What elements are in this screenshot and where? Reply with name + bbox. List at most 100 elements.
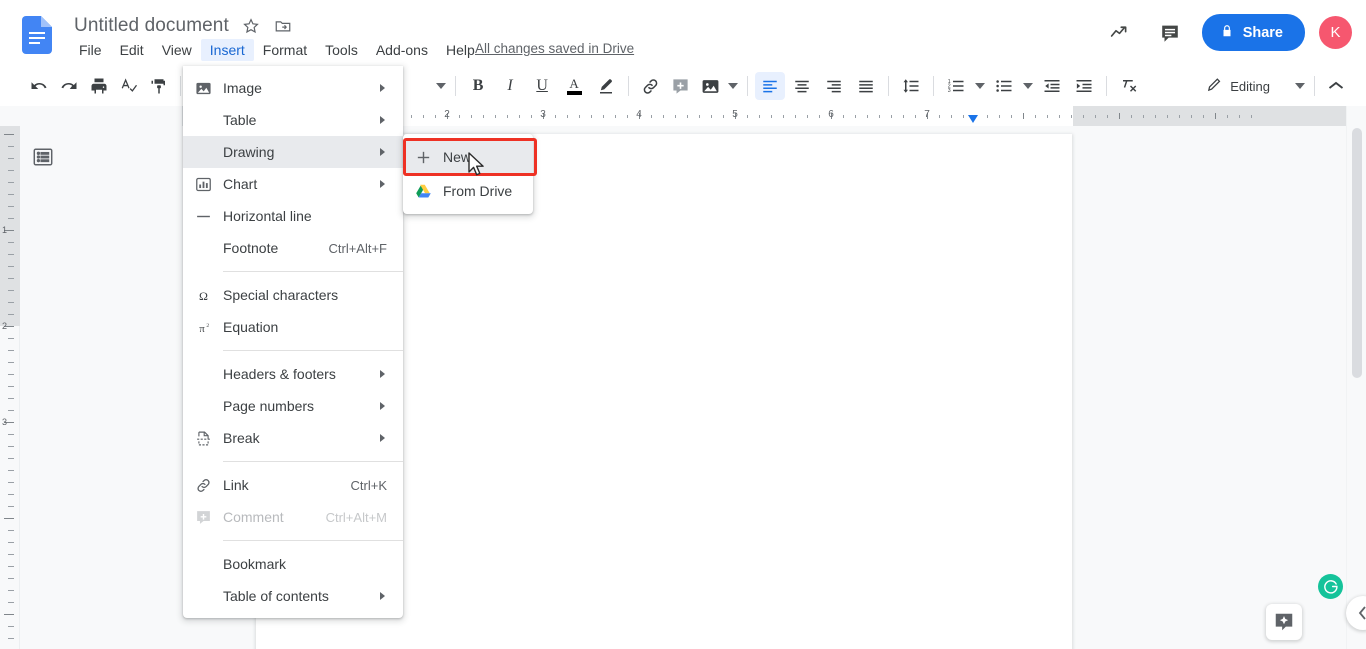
menubar-item-view[interactable]: View: [153, 39, 201, 61]
omega-icon: Ω: [183, 287, 223, 304]
editing-mode-selector[interactable]: Editing: [1198, 72, 1278, 100]
menu-divider: [223, 461, 403, 462]
menubar-item-insert[interactable]: Insert: [201, 39, 254, 61]
insert-menu-item-chart[interactable]: Chart: [183, 168, 403, 200]
insert-menu-item-drawing[interactable]: Drawing: [183, 136, 403, 168]
star-icon[interactable]: [241, 16, 261, 36]
explore-icon[interactable]: [1266, 604, 1302, 640]
align-left-icon[interactable]: [755, 72, 785, 100]
insert-menu-item-equation[interactable]: π2Equation: [183, 311, 403, 343]
page-title[interactable]: Untitled document: [74, 15, 229, 37]
document-outline-icon[interactable]: [32, 146, 54, 168]
underline-icon[interactable]: U: [527, 72, 557, 100]
insert-menu-item-image[interactable]: Image: [183, 72, 403, 104]
add-comment-icon[interactable]: [666, 72, 694, 100]
bulleted-list-chevron-down-icon[interactable]: [1020, 83, 1036, 89]
align-right-icon[interactable]: [819, 72, 849, 100]
vertical-ruler[interactable]: 123: [0, 126, 20, 649]
comment-history-icon[interactable]: [1152, 15, 1188, 51]
undo-icon[interactable]: [25, 72, 53, 100]
vruler-tick: [8, 290, 14, 291]
drawing-submenu-item-from-drive[interactable]: From Drive: [403, 174, 533, 208]
ruler-tick: [567, 115, 568, 118]
spellcheck-icon[interactable]: [115, 72, 143, 100]
insert-menu-item-special-characters[interactable]: ΩSpecial characters: [183, 279, 403, 311]
ruler-tick: [1023, 113, 1024, 119]
ruler-tick: [591, 115, 592, 118]
insert-menu-item-bookmark[interactable]: Bookmark: [183, 548, 403, 580]
font-size-chevron-down-icon[interactable]: [433, 83, 449, 89]
highlight-color-icon[interactable]: [591, 72, 621, 100]
insert-menu-item-table[interactable]: Table: [183, 104, 403, 136]
insert-menu-item-page-numbers[interactable]: Page numbers: [183, 390, 403, 422]
chart-icon: [183, 176, 223, 193]
menubar-item-format[interactable]: Format: [254, 39, 316, 61]
right-indent-marker[interactable]: [968, 115, 978, 123]
ruler-number: 6: [828, 109, 834, 120]
link-icon[interactable]: [636, 72, 664, 100]
ruler-tick: [771, 115, 772, 118]
ruler-tick: [1179, 115, 1180, 118]
ruler-tick: [723, 115, 724, 118]
vruler-tick: [8, 386, 14, 387]
google-docs-icon[interactable]: [22, 16, 52, 54]
insert-menu-item-table-of-contents[interactable]: Table of contents: [183, 580, 403, 612]
document-title-row: Untitled document: [74, 12, 293, 40]
submenu-item-label: New: [443, 149, 471, 165]
decrease-indent-icon[interactable]: [1037, 72, 1067, 100]
paint-format-icon[interactable]: [145, 72, 173, 100]
line-spacing-icon[interactable]: [896, 72, 926, 100]
menu-item-label: Table of contents: [223, 588, 380, 604]
scrollbar-thumb[interactable]: [1352, 128, 1362, 378]
ruler-tick: [507, 115, 508, 118]
ruler-tick: [1071, 115, 1072, 118]
print-icon[interactable]: [85, 72, 113, 100]
header-actions: Share K: [1102, 14, 1352, 51]
insert-menu-item-break[interactable]: Break: [183, 422, 403, 454]
bold-icon[interactable]: B: [463, 72, 493, 100]
google-docs-window: Untitled document FileEditViewInsertForm…: [0, 0, 1366, 649]
save-status[interactable]: All changes saved in Drive: [475, 41, 634, 56]
insert-menu-item-headers-footers[interactable]: Headers & footers: [183, 358, 403, 390]
increase-indent-icon[interactable]: [1069, 72, 1099, 100]
insert-menu-item-horizontal-line[interactable]: Horizontal line: [183, 200, 403, 232]
align-center-icon[interactable]: [787, 72, 817, 100]
ruler-tick: [807, 115, 808, 118]
insert-menu-item-footnote[interactable]: FootnoteCtrl+Alt+F: [183, 232, 403, 264]
insert-menu-item-link[interactable]: LinkCtrl+K: [183, 469, 403, 501]
share-button[interactable]: Share: [1202, 14, 1305, 51]
align-justify-icon[interactable]: [851, 72, 881, 100]
italic-icon[interactable]: I: [495, 72, 525, 100]
vruler-tick: [8, 566, 14, 567]
grammarly-icon[interactable]: [1318, 574, 1343, 599]
redo-icon[interactable]: [55, 72, 83, 100]
menu-item-label: Break: [223, 430, 380, 446]
numbered-list-icon[interactable]: 123: [941, 72, 971, 100]
menubar-item-add-ons[interactable]: Add-ons: [367, 39, 437, 61]
menubar-item-edit[interactable]: Edit: [111, 39, 153, 61]
editing-mode-chevron-down-icon[interactable]: [1292, 83, 1308, 89]
hide-menus-chevron-up-icon[interactable]: [1322, 72, 1350, 100]
bulleted-list-icon[interactable]: [989, 72, 1019, 100]
app-header: Untitled document FileEditViewInsertForm…: [0, 0, 1366, 66]
ruler-tick: [699, 115, 700, 118]
drawing-submenu: New From Drive: [403, 134, 533, 214]
numbered-list-chevron-down-icon[interactable]: [972, 83, 988, 89]
menu-item-label: Chart: [223, 176, 380, 192]
menubar-item-file[interactable]: File: [70, 39, 111, 61]
activity-dashboard-icon[interactable]: [1102, 15, 1138, 51]
text-color-icon[interactable]: A: [559, 72, 589, 100]
vruler-tick: [8, 194, 14, 195]
image-chevron-down-icon[interactable]: [725, 83, 741, 89]
ruler-tick: [555, 115, 556, 118]
clear-formatting-icon[interactable]: [1114, 72, 1144, 100]
chevron-right-icon: [380, 116, 385, 124]
move-to-folder-icon[interactable]: [273, 16, 293, 36]
menubar-item-tools[interactable]: Tools: [316, 39, 367, 61]
image-icon[interactable]: [696, 72, 724, 100]
ruler-number: 3: [540, 109, 546, 120]
vruler-tick: [8, 278, 14, 279]
vertical-scrollbar[interactable]: [1346, 106, 1366, 649]
drawing-submenu-item-new[interactable]: New: [403, 140, 533, 174]
avatar[interactable]: K: [1319, 16, 1352, 49]
